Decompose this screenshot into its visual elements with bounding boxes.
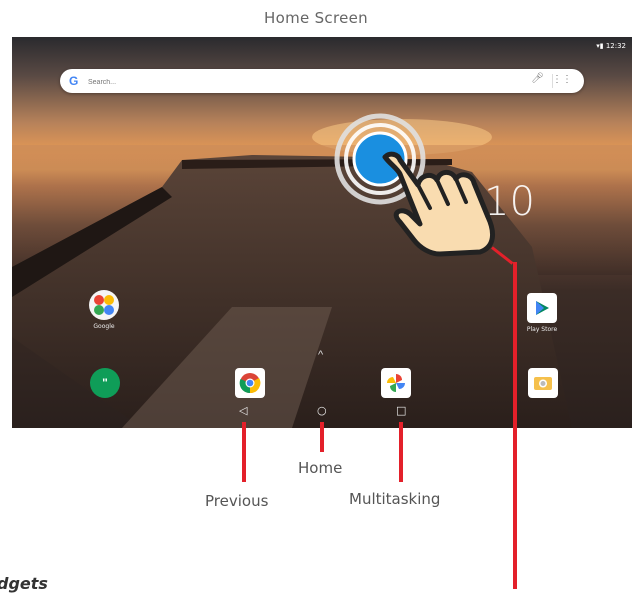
apps-grid-icon[interactable]: ⋮⋮ bbox=[552, 74, 572, 85]
app-play-store[interactable]: Play Store bbox=[512, 293, 572, 333]
page-title: Home Screen bbox=[264, 9, 368, 27]
section-heading-partial: dgets bbox=[0, 574, 48, 593]
callout-line-home bbox=[320, 422, 324, 452]
chrome-icon[interactable] bbox=[235, 368, 265, 398]
label-home: Home bbox=[298, 459, 343, 477]
callout-line-multitasking bbox=[399, 422, 403, 482]
hangouts-icon[interactable]: " bbox=[90, 368, 120, 398]
home-button[interactable]: ○ bbox=[317, 404, 327, 417]
search-input[interactable] bbox=[86, 73, 290, 91]
callout-line-tap bbox=[513, 262, 517, 589]
app-google-folder[interactable]: Google bbox=[74, 290, 134, 330]
recents-button[interactable]: □ bbox=[396, 404, 406, 417]
label-multitasking: Multitasking bbox=[349, 490, 441, 508]
back-button[interactable]: ◁ bbox=[239, 404, 247, 417]
mic-icon[interactable]: 🎤︎ bbox=[531, 73, 544, 84]
play-store-icon bbox=[527, 293, 557, 323]
google-folder-icon bbox=[89, 290, 119, 320]
camera-icon[interactable] bbox=[528, 368, 558, 398]
search-bar[interactable]: G 🎤︎ ⋮⋮ bbox=[60, 69, 584, 93]
app-label: Google bbox=[93, 323, 115, 330]
app-label: Play Store bbox=[526, 326, 558, 333]
callout-line-previous bbox=[242, 422, 246, 482]
google-logo-icon: G bbox=[69, 74, 79, 88]
tap-hand-icon bbox=[334, 113, 495, 257]
app-drawer-caret-icon[interactable]: ^ bbox=[318, 349, 323, 361]
label-previous: Previous bbox=[205, 492, 269, 510]
photos-icon[interactable] bbox=[381, 368, 411, 398]
status-bar: ▾▮ 12:32 bbox=[596, 42, 626, 50]
